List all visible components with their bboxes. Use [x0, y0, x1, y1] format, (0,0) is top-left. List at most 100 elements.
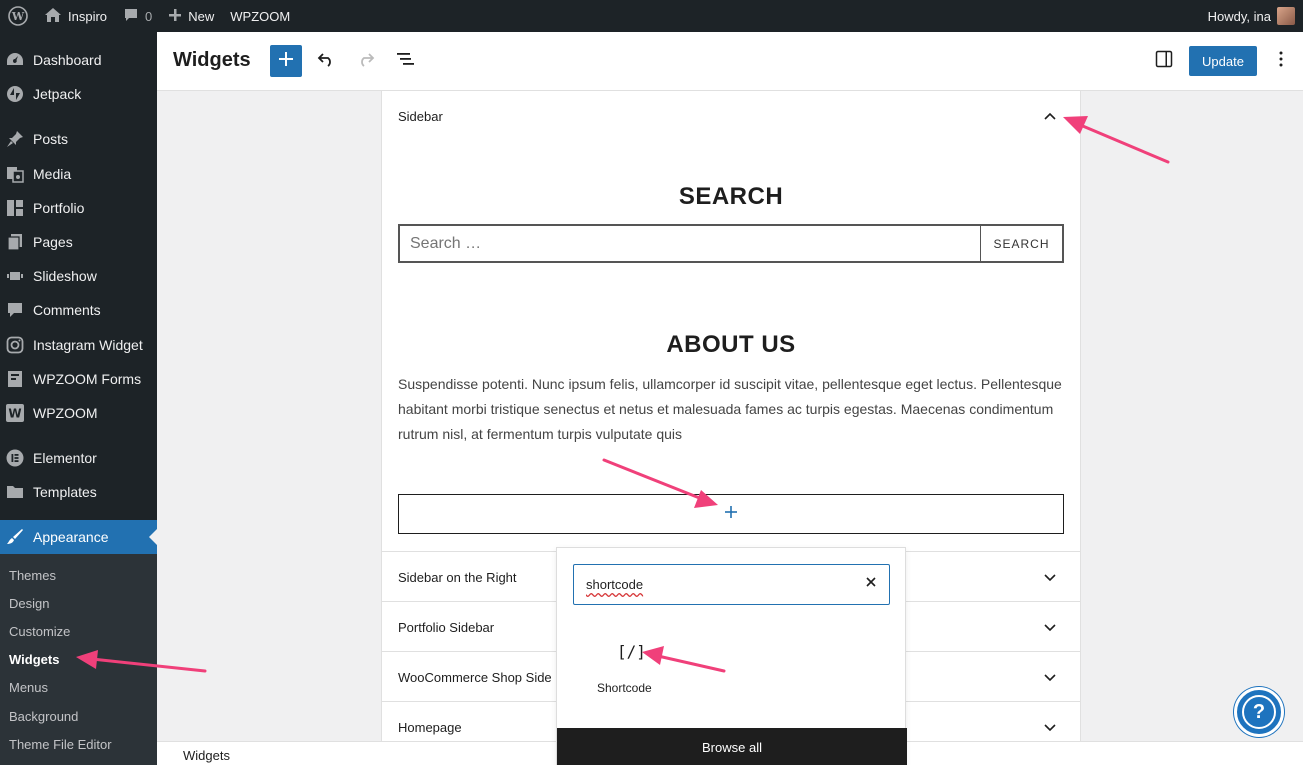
media-icon — [5, 164, 25, 184]
sidebar-item-label: Media — [33, 166, 72, 182]
plus-icon — [278, 51, 294, 72]
shortcode-block-item[interactable]: [/] Shortcode — [581, 636, 671, 696]
search-widget: Search … SEARCH — [398, 224, 1064, 263]
sidebar-item-label: Portfolio — [33, 200, 85, 216]
sidebar-item-pages[interactable]: Pages — [0, 225, 157, 259]
about-widget-text: Suspendisse potenti. Nunc ipsum felis, u… — [398, 376, 1062, 442]
redo-icon — [356, 51, 376, 72]
undo-button[interactable] — [310, 45, 342, 77]
sidebar-item-elementor[interactable]: Elementor — [0, 441, 157, 475]
sidebar-item-dashboard[interactable]: Dashboard — [0, 43, 157, 77]
wpzoom-link[interactable]: WPZOOM — [222, 0, 298, 32]
list-view-icon — [395, 51, 415, 72]
howdy-text: Howdy, ina — [1207, 8, 1271, 24]
close-icon — [865, 575, 877, 593]
sidebar-item-comments[interactable]: Comments — [0, 293, 157, 327]
site-name-link[interactable]: Inspiro — [36, 0, 115, 32]
pin-icon — [5, 129, 25, 149]
sidebar-item-label: Templates — [33, 484, 97, 500]
submenu-item-menus[interactable]: Menus — [9, 680, 48, 695]
widget-area-title[interactable]: Portfolio Sidebar — [398, 620, 494, 635]
submenu-item-theme-file-editor[interactable]: Theme File Editor — [9, 737, 112, 752]
widget-area-title[interactable]: Homepage — [398, 720, 462, 735]
clear-search-button[interactable] — [863, 576, 879, 592]
comments-icon — [5, 300, 25, 320]
elementor-icon — [5, 448, 25, 468]
site-name: Inspiro — [68, 8, 108, 24]
submenu-item-design[interactable]: Design — [9, 596, 49, 611]
dashboard-icon — [5, 50, 25, 70]
widget-area-title[interactable]: Sidebar on the Right — [398, 570, 517, 585]
sidebar-toggle-icon — [1155, 50, 1173, 73]
comments-link[interactable]: 0 — [115, 0, 160, 32]
svg-text:W: W — [8, 407, 21, 421]
more-vertical-icon — [1278, 50, 1284, 73]
brush-icon — [5, 527, 25, 547]
block-appender-button[interactable] — [398, 494, 1064, 534]
sidebar-item-label: Jetpack — [33, 86, 82, 102]
submenu-item-widgets[interactable]: Widgets — [9, 652, 59, 667]
sidebar-item-label: Slideshow — [33, 268, 97, 284]
wordpress-logo-icon[interactable]: W — [0, 0, 36, 32]
wpzoom-label: WPZOOM — [230, 8, 291, 24]
submenu-item-background[interactable]: Background — [9, 709, 78, 724]
redo-button[interactable] — [350, 45, 382, 77]
sidebar-item-appearance[interactable]: Appearance — [0, 520, 157, 554]
plus-icon — [724, 505, 738, 524]
svg-text:W: W — [11, 10, 25, 23]
sidebar-item-portfolio[interactable]: Portfolio — [0, 191, 157, 225]
sidebar-item-wpzoom[interactable]: W WPZOOM — [0, 396, 157, 430]
help-button[interactable]: ? — [1234, 687, 1284, 737]
chevron-up-icon[interactable] — [1042, 108, 1058, 124]
chevron-down-icon[interactable] — [1042, 669, 1058, 685]
comments-count: 0 — [145, 8, 153, 24]
list-view-button[interactable] — [389, 45, 421, 77]
sidebar-item-label: WPZOOM — [33, 405, 98, 421]
widget-area-title[interactable]: WooCommerce Shop Side — [398, 670, 552, 685]
block-inserter-popover: shortcode [/] Shortcode Browse all — [556, 547, 907, 765]
settings-sidebar-button[interactable] — [1148, 45, 1180, 77]
chevron-down-icon[interactable] — [1042, 619, 1058, 635]
my-account-link[interactable]: Howdy, ina — [1200, 0, 1303, 32]
search-button[interactable]: SEARCH — [980, 226, 1062, 261]
sidebar-item-label: Elementor — [33, 450, 97, 466]
comment-bubble-icon — [123, 7, 139, 26]
submenu-item-themes[interactable]: Themes — [9, 568, 56, 583]
sidebar-item-slideshow[interactable]: Slideshow — [0, 259, 157, 293]
appearance-submenu: Themes Design Customize Widgets Menus Ba… — [0, 554, 157, 765]
question-mark-icon: ? — [1242, 695, 1276, 729]
sidebar-item-jetpack[interactable]: Jetpack — [0, 77, 157, 111]
browse-all-button[interactable]: Browse all — [557, 728, 907, 765]
jetpack-icon — [5, 84, 25, 104]
editor-header: Widgets Update — [157, 32, 1303, 91]
update-button[interactable]: Update — [1189, 46, 1257, 76]
sidebar-item-media[interactable]: Media — [0, 157, 157, 191]
about-widget-heading: ABOUT US — [666, 331, 796, 358]
chevron-down-icon[interactable] — [1042, 569, 1058, 585]
admin-bar: W Inspiro 0 New WPZOOM Howdy, ina — [0, 0, 1303, 32]
folder-icon — [5, 482, 25, 502]
instagram-icon — [5, 335, 25, 355]
new-content-link[interactable]: New — [160, 0, 222, 32]
add-block-button[interactable] — [270, 45, 302, 77]
block-search-input[interactable]: shortcode — [573, 564, 890, 605]
sidebar-item-label: Comments — [33, 302, 101, 318]
sidebar-item-posts[interactable]: Posts — [0, 122, 157, 156]
options-menu-button[interactable] — [1265, 45, 1297, 77]
search-input[interactable]: Search … — [400, 226, 980, 261]
chevron-down-icon[interactable] — [1042, 719, 1058, 735]
plus-icon — [168, 8, 182, 25]
wpzoom-icon: W — [5, 403, 25, 423]
sidebar-item-templates[interactable]: Templates — [0, 475, 157, 509]
widget-area-title[interactable]: Sidebar — [398, 109, 443, 124]
new-label: New — [188, 8, 215, 24]
sidebar-item-label: Pages — [33, 234, 73, 250]
sidebar-item-wpzoom-forms[interactable]: WPZOOM Forms — [0, 362, 157, 396]
submenu-item-customize[interactable]: Customize — [9, 624, 70, 639]
slideshow-icon — [5, 266, 25, 286]
admin-menu: Dashboard Jetpack Posts Media Portfolio … — [0, 32, 157, 765]
sidebar-item-instagram-widget[interactable]: Instagram Widget — [0, 328, 157, 362]
search-widget-heading: SEARCH — [678, 183, 784, 210]
breadcrumb[interactable]: Widgets — [183, 748, 230, 763]
shortcode-icon: [/] — [617, 642, 646, 661]
